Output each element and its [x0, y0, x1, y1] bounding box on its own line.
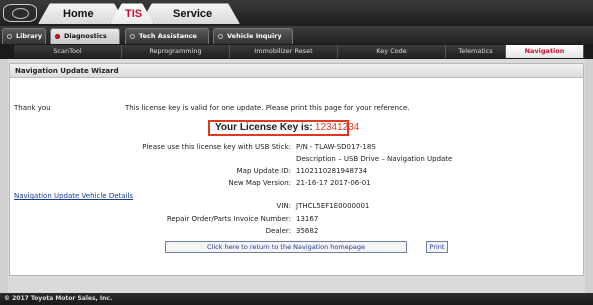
print-button[interactable]: Print	[426, 241, 448, 253]
nav-immobilizer-reset[interactable]: Immobilizer Reset	[230, 45, 338, 58]
vin-value: JTHCL5EF1E0000001	[296, 202, 370, 210]
license-key-label: Your License Key is:	[215, 122, 313, 133]
radio-icon	[130, 34, 135, 39]
dealer-value: 35682	[296, 227, 319, 235]
sub-tab-bar: Library Diagnostics Tech Assistance Vehi…	[0, 26, 593, 44]
repair-order-label: Repair Order/Parts Invoice Number:	[166, 215, 291, 223]
top-tab-bar: Home Service Lane TIS	[0, 0, 593, 26]
subtab-diagnostics[interactable]: Diagnostics	[50, 28, 120, 44]
map-update-label: Map Update ID:	[236, 167, 291, 175]
map-update-value: 1102110281948734	[296, 167, 368, 175]
nav-navigation[interactable]: Navigation	[506, 45, 584, 58]
toyota-logo-icon	[3, 4, 37, 22]
license-key-line: Your License Key is: 12341234	[215, 122, 359, 133]
license-key-value: 12341234	[314, 122, 360, 133]
map-version-label: New Map Version:	[228, 179, 291, 187]
tab-service-lane[interactable]: Service Lane	[140, 3, 240, 24]
radio-icon	[7, 34, 12, 39]
return-home-button[interactable]: Click here to return to the Navigation h…	[165, 241, 407, 253]
function-nav-bar: ScanTool Reprogramming Immobilizer Reset…	[0, 44, 593, 59]
vehicle-details-link[interactable]: Navigation Update Vehicle Details	[14, 192, 133, 200]
navigation-update-wizard: Navigation Update Wizard Thank you This …	[9, 63, 584, 276]
thank-you-text: Thank you	[14, 104, 51, 112]
footer-copyright: © 2017 Toyota Motor Sales, Inc.	[0, 293, 593, 305]
wizard-title: Navigation Update Wizard	[10, 64, 583, 78]
repair-order-value: 13167	[296, 215, 319, 223]
subtab-tech-assistance[interactable]: Tech Assistance	[125, 28, 209, 44]
nav-reprogramming[interactable]: Reprogramming	[122, 45, 230, 58]
usb-value: P/N - TLAW-SD017-18S	[296, 143, 376, 151]
usb-description: Description – USB Drive – Navigation Upd…	[296, 155, 453, 163]
vin-label: VIN:	[276, 202, 291, 210]
usb-label: Please use this license key with USB Sti…	[142, 143, 291, 151]
tab-tis[interactable]: TIS	[110, 3, 154, 24]
nav-scantool[interactable]: ScanTool	[14, 45, 122, 58]
nav-telematics[interactable]: Telematics	[446, 45, 506, 58]
license-valid-message: This license key is valid for one update…	[125, 104, 410, 112]
subtab-vehicle-inquiry[interactable]: Vehicle Inquiry	[213, 28, 293, 44]
subtab-library[interactable]: Library	[2, 28, 46, 44]
radio-icon	[55, 34, 60, 39]
nav-key-code[interactable]: Key Code	[338, 45, 446, 58]
map-version-value: 21-16-17 2017-06-01	[296, 179, 371, 187]
radio-icon	[218, 34, 223, 39]
dealer-label: Dealer:	[265, 227, 291, 235]
